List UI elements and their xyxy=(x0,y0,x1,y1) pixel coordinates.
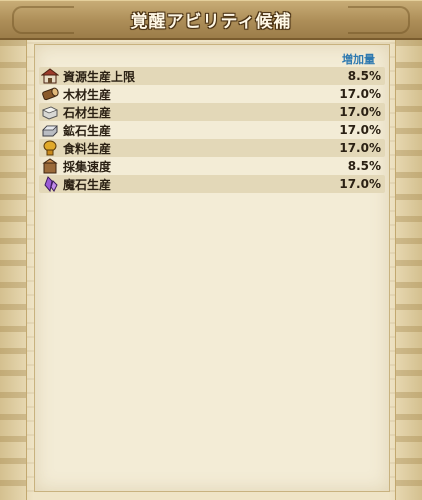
gathering-box-icon xyxy=(39,157,61,175)
right-ornament xyxy=(395,40,422,500)
stone-block-icon xyxy=(39,103,61,121)
wood-log-icon xyxy=(39,85,61,103)
title-bar: 覚醒アビリティ候補 xyxy=(0,0,422,40)
list-item-value: 17.0% xyxy=(339,123,381,137)
storehouse-icon xyxy=(39,67,61,85)
list-item: 採集速度 8.5% xyxy=(39,157,385,175)
increase-column-header: 増加量 xyxy=(342,53,375,66)
list-item-label: 魔石生産 xyxy=(63,177,112,192)
list-item-label: 鉱石生産 xyxy=(63,123,112,138)
list-item-label: 食料生産 xyxy=(63,141,112,156)
list-item-value: 17.0% xyxy=(339,105,381,119)
list-item: 食料生産 17.0% xyxy=(39,139,385,157)
ability-list-panel: 増加量 資源生産上限 8.5% 木材生産 17.0% 石材生産 17.0% 鉱石… xyxy=(34,44,390,492)
magic-crystal-icon xyxy=(39,175,61,193)
list-item: 鉱石生産 17.0% xyxy=(39,121,385,139)
list-item-value: 8.5% xyxy=(347,69,381,83)
food-wheat-icon xyxy=(39,139,61,157)
list-item-label: 採集速度 xyxy=(63,159,112,174)
dialog-title: 覚醒アビリティ候補 xyxy=(130,12,292,32)
list-item-label: 木材生産 xyxy=(63,87,112,102)
left-ornament xyxy=(0,40,27,500)
list-item: 資源生産上限 8.5% xyxy=(39,67,385,85)
ability-rows: 資源生産上限 8.5% 木材生産 17.0% 石材生産 17.0% 鉱石生産 1… xyxy=(39,67,385,193)
list-item: 石材生産 17.0% xyxy=(39,103,385,121)
ore-ingot-icon xyxy=(39,121,61,139)
list-item: 木材生産 17.0% xyxy=(39,85,385,103)
list-item-label: 石材生産 xyxy=(63,105,112,120)
list-item-value: 17.0% xyxy=(339,141,381,155)
list-item-value: 8.5% xyxy=(347,159,381,173)
list-item: 魔石生産 17.0% xyxy=(39,175,385,193)
list-item-value: 17.0% xyxy=(339,87,381,101)
list-item-label: 資源生産上限 xyxy=(63,69,136,84)
list-item-value: 17.0% xyxy=(339,177,381,191)
